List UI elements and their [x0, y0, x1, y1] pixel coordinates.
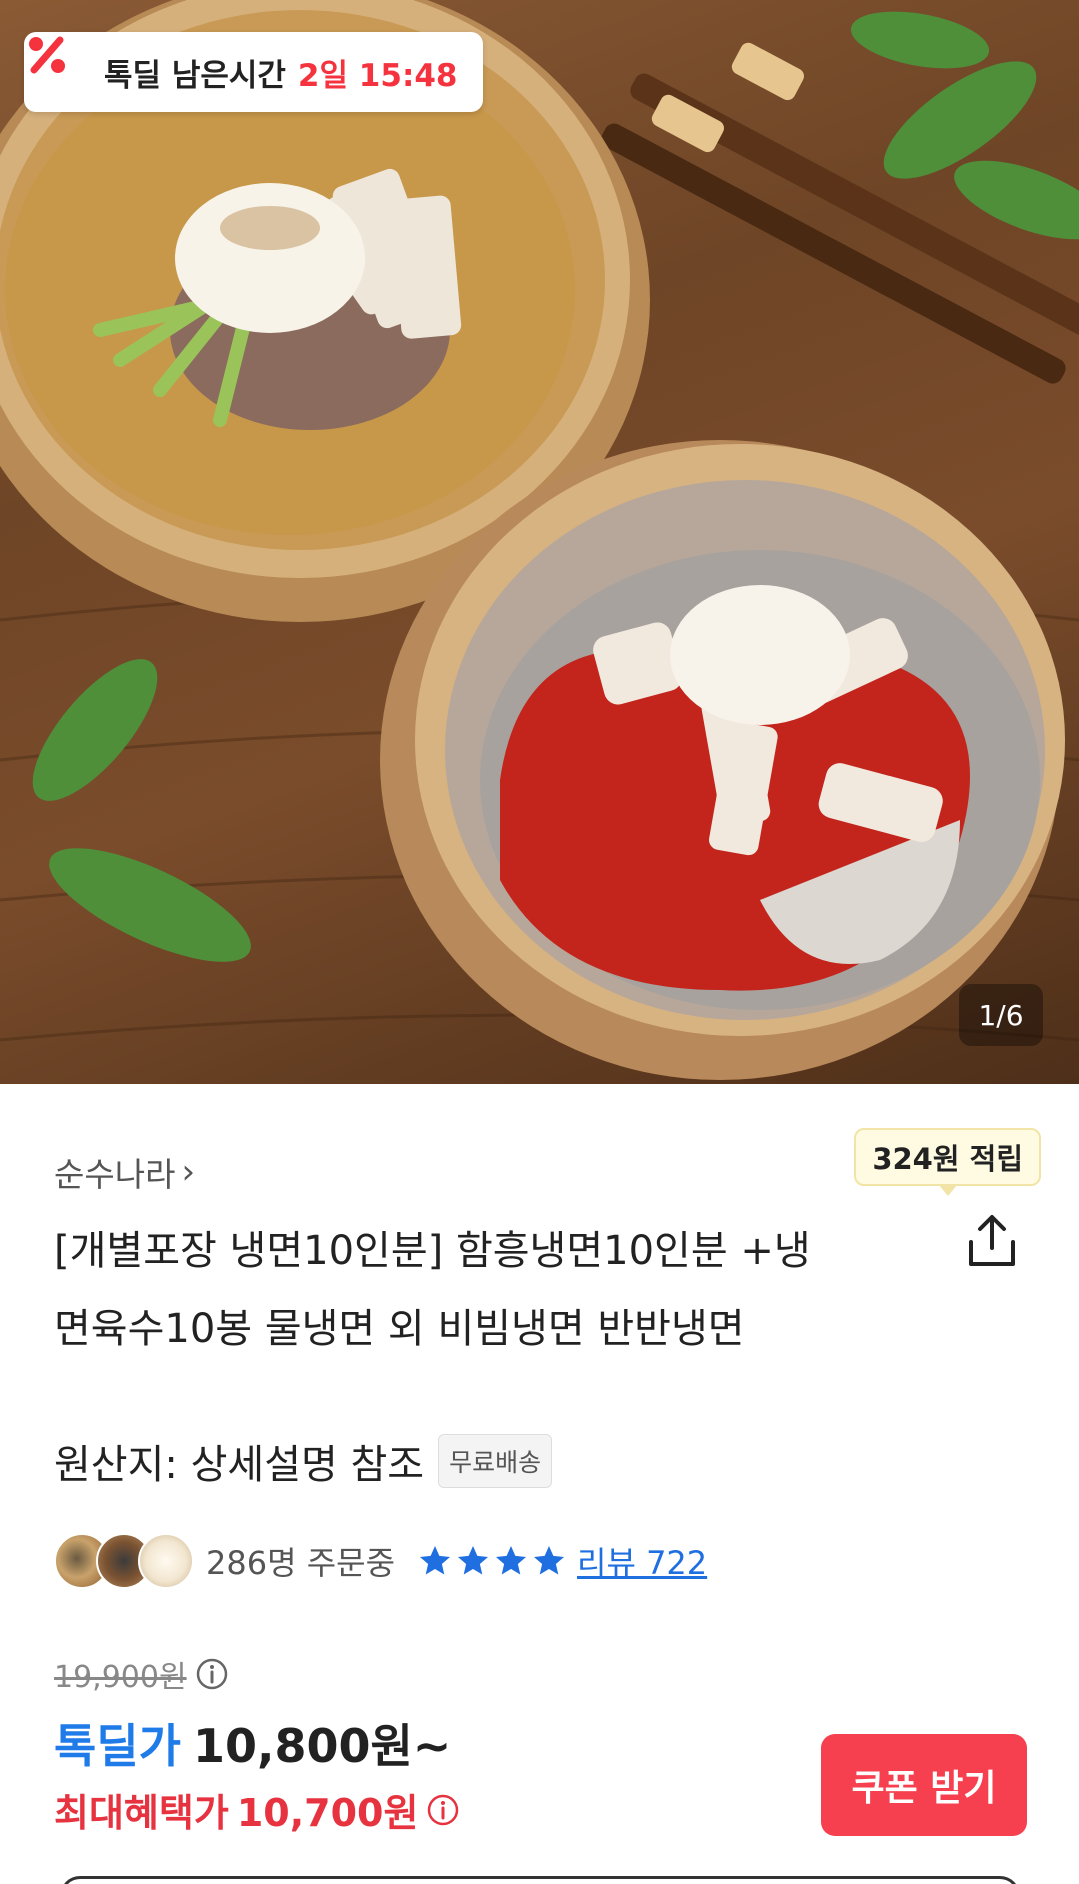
bottom-sheet-edge	[60, 1876, 1020, 1884]
star-icon	[496, 1546, 527, 1575]
share-button[interactable]	[963, 1212, 1021, 1270]
rating-stars	[417, 1543, 567, 1579]
share-icon	[969, 1215, 1015, 1266]
info-icon[interactable]	[195, 1657, 229, 1691]
chevron-right-icon: ›	[181, 1152, 196, 1192]
seller-link[interactable]: 순수나라 ›	[54, 1148, 195, 1196]
deal-price: 10,800원~	[192, 1719, 452, 1773]
free-shipping-badge: 무료배송	[438, 1434, 553, 1488]
order-count: 286명 주문중	[206, 1544, 396, 1582]
max-benefit-label: 최대혜택가	[54, 1791, 229, 1835]
deal-timer-label: 톡딜 남은시간	[104, 57, 286, 94]
coupon-button[interactable]: 쿠폰 받기	[821, 1734, 1027, 1836]
seller-name: 순수나라	[54, 1155, 176, 1194]
deal-price-row: 톡딜가 10,800원~	[54, 1710, 451, 1776]
original-price: 19,900원	[54, 1660, 187, 1695]
max-benefit-price: 10,700원	[236, 1791, 419, 1835]
star-icon	[534, 1546, 565, 1575]
reward-points-tooltip: 324원 적립	[854, 1128, 1041, 1196]
review-link[interactable]: 리뷰 722	[577, 1538, 707, 1584]
max-benefit-price-row: 최대혜택가 10,700원	[54, 1782, 460, 1837]
deal-timer-value: 2일 15:48	[297, 57, 458, 94]
origin-row: 원산지: 상세설명 참조 무료배송	[54, 1432, 553, 1490]
star-icon	[420, 1546, 451, 1575]
image-counter: 1/6	[959, 984, 1043, 1046]
percent-badge-icon	[29, 36, 94, 95]
origin-text: 원산지: 상세설명 참조	[54, 1442, 425, 1488]
deal-timer-badge: 톡딜 남은시간 2일 15:48	[24, 32, 484, 112]
info-icon[interactable]	[426, 1793, 460, 1827]
star-icon	[458, 1546, 489, 1575]
buyer-avatars	[54, 1533, 194, 1589]
deal-price-label: 톡딜가	[54, 1719, 181, 1773]
product-title: [개별포장 냉면10인분] 함흥냉면10인분 +냉면육수10봉 물냉면 외 비빔…	[54, 1228, 811, 1352]
avatar	[138, 1533, 194, 1589]
original-price-row: 19,900원	[54, 1652, 229, 1696]
social-proof-row: 286명 주문중 리뷰 722	[54, 1532, 707, 1590]
product-image-carousel[interactable]: 톡딜 남은시간 2일 15:48 1/6	[0, 0, 1079, 1084]
product-photo	[0, 0, 1079, 1080]
